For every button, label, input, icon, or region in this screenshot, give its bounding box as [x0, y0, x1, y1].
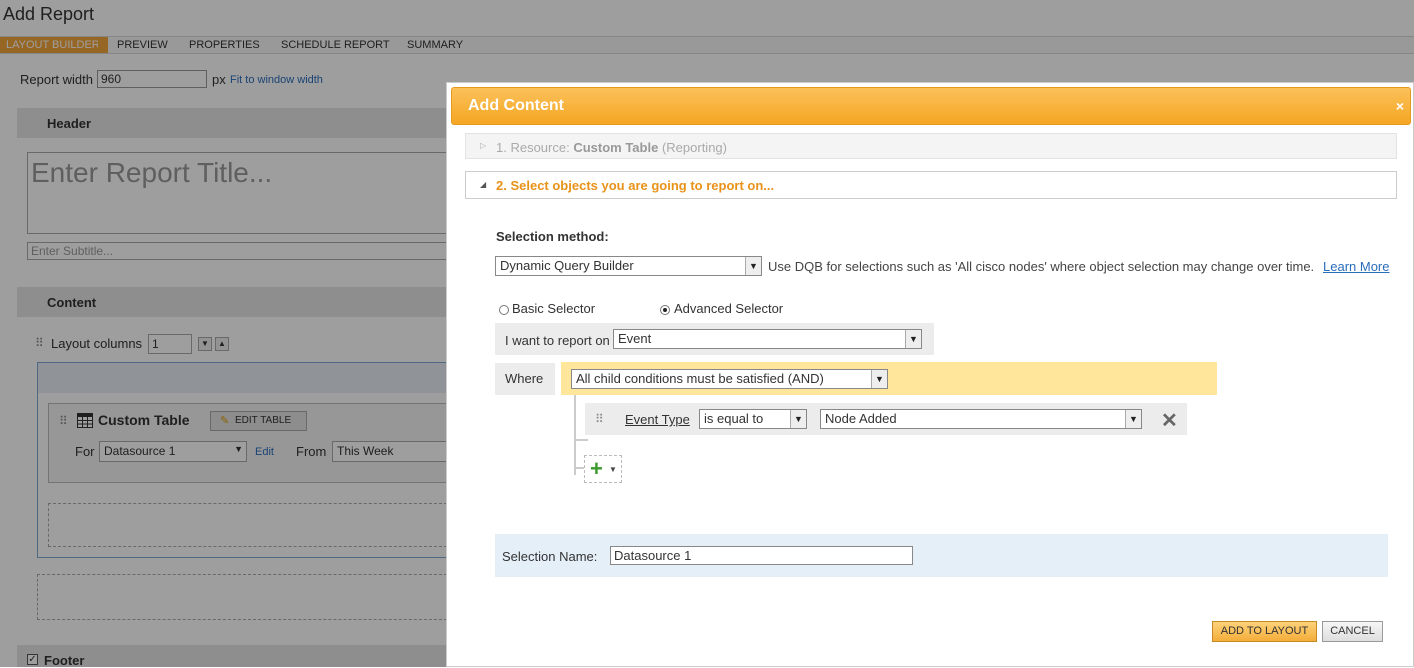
selection-name-row: Selection Name: Datasource 1 — [495, 534, 1388, 577]
chevron-down-icon: ▼ — [790, 410, 806, 428]
step-resource-label: 1. Resource: Custom Table (Reporting) — [496, 140, 727, 155]
report-on-select[interactable]: Event ▼ — [613, 329, 922, 349]
condition-rule-row: ⠿ Event Type is equal to ▼ Node Added ▼ … — [585, 403, 1187, 435]
advanced-selector-radio[interactable] — [660, 305, 670, 315]
chevron-down-icon: ▼ — [871, 370, 887, 388]
step-resource[interactable]: ▷ 1. Resource: Custom Table (Reporting) — [465, 133, 1397, 159]
basic-selector-radio[interactable] — [499, 305, 509, 315]
rule-value-select[interactable]: Node Added ▼ — [820, 409, 1142, 429]
add-condition-button[interactable]: + ▼ — [584, 455, 622, 483]
dqb-help-text: Use DQB for selections such as 'All cisc… — [768, 259, 1315, 274]
dialog-title: Add Content — [468, 97, 564, 114]
chevron-down-icon: ▼ — [745, 257, 761, 275]
chevron-down-icon: ▼ — [1125, 410, 1141, 428]
selection-name-label: Selection Name: — [502, 549, 598, 564]
chevron-down-icon: ▼ — [905, 330, 921, 348]
tree-connector — [574, 439, 588, 441]
step-select-objects[interactable]: ◢ 2. Select objects you are going to rep… — [465, 171, 1397, 199]
selection-name-input[interactable]: Datasource 1 — [610, 546, 913, 565]
advanced-selector-label[interactable]: Advanced Selector — [674, 301, 783, 316]
where-label-box: Where — [495, 363, 555, 395]
drag-handle-icon[interactable]: ⠿ — [595, 412, 604, 426]
selection-method-select[interactable]: Dynamic Query Builder ▼ — [495, 256, 762, 276]
chevron-down-icon: ▼ — [609, 465, 617, 474]
report-on-label: I want to report on — [505, 333, 610, 348]
collapse-triangle-icon: ◢ — [480, 180, 487, 189]
learn-more-link[interactable]: Learn More — [1323, 259, 1389, 274]
step-resource-name: Custom Table — [573, 140, 659, 155]
step-select-objects-label: 2. Select objects you are going to repor… — [496, 178, 775, 193]
add-to-layout-button[interactable]: ADD TO LAYOUT — [1212, 621, 1317, 642]
tree-connector — [574, 395, 576, 475]
expand-triangle-icon: ▷ — [480, 141, 487, 150]
rule-operator-select[interactable]: is equal to ▼ — [699, 409, 807, 429]
cancel-button[interactable]: CANCEL — [1322, 621, 1383, 642]
step-resource-suffix: (Reporting) — [661, 140, 727, 155]
report-on-row: I want to report on Event ▼ — [495, 323, 934, 355]
condition-group-value: All child conditions must be satisfied (… — [576, 371, 824, 386]
selection-method-value: Dynamic Query Builder — [500, 258, 634, 273]
condition-group-bar: All child conditions must be satisfied (… — [561, 362, 1217, 395]
remove-rule-icon[interactable]: ✕ — [1161, 408, 1178, 433]
report-on-value: Event — [618, 331, 652, 346]
selection-method-label: Selection method: — [496, 229, 609, 244]
basic-selector-label[interactable]: Basic Selector — [512, 301, 595, 316]
rule-field-link[interactable]: Event Type — [625, 412, 690, 427]
where-label: Where — [505, 371, 544, 386]
dialog-header: Add Content × — [451, 87, 1411, 125]
plus-icon: + — [590, 456, 603, 481]
rule-operator-value: is equal to — [704, 411, 764, 426]
step-resource-prefix: 1. Resource: — [496, 140, 570, 155]
condition-group-select[interactable]: All child conditions must be satisfied (… — [571, 369, 888, 389]
add-content-dialog: Add Content × ▷ 1. Resource: Custom Tabl… — [446, 82, 1414, 667]
close-icon[interactable]: × — [1396, 98, 1404, 114]
rule-value-value: Node Added — [825, 411, 897, 426]
